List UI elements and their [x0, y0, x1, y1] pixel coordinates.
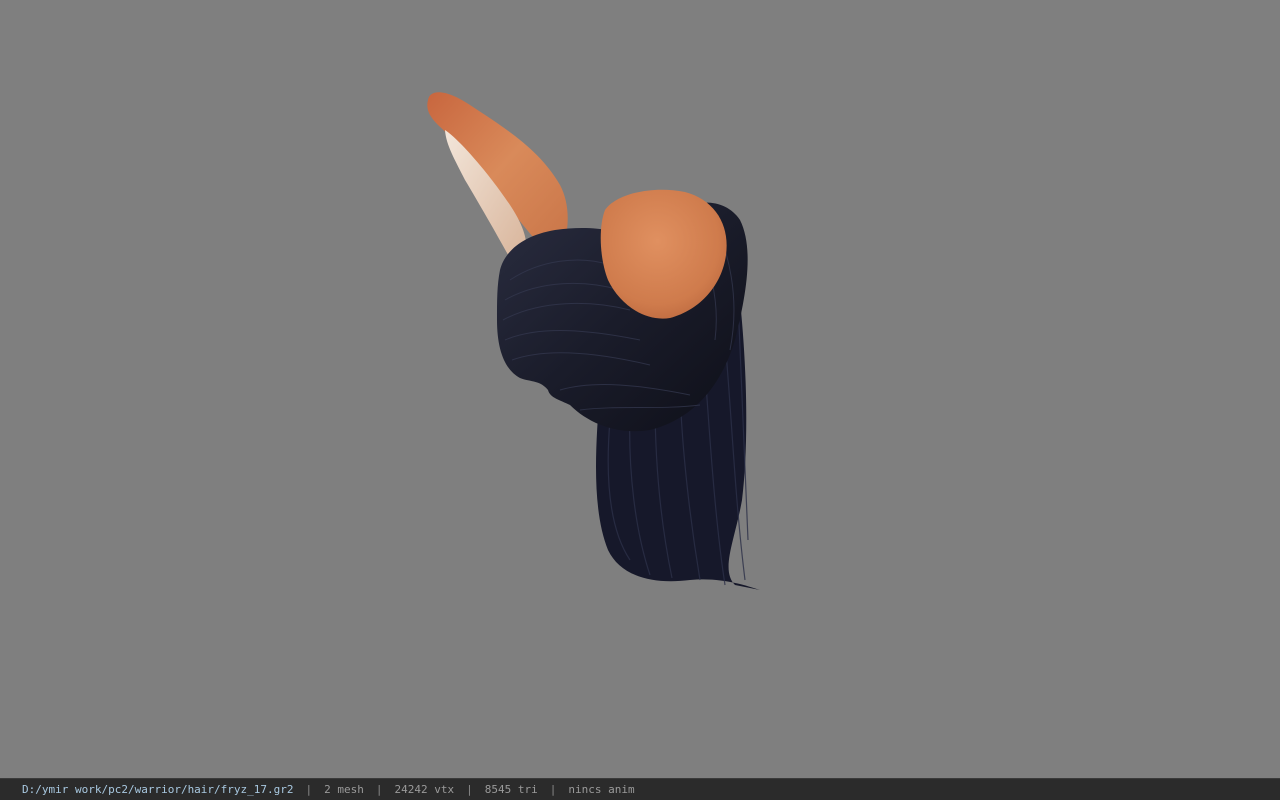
- 3d-model-render: [427, 92, 760, 590]
- mesh-count-label: 2 mesh: [324, 783, 364, 796]
- file-path-label: D:/ymir work/pc2/warrior/hair/fryz_17.gr…: [22, 783, 294, 796]
- model-viewer-window: D:/ymir work/pc2/warrior/hair/fryz_17.gr…: [0, 0, 1280, 800]
- status-separator: |: [375, 783, 383, 796]
- status-separator: |: [305, 783, 313, 796]
- status-bar: D:/ymir work/pc2/warrior/hair/fryz_17.gr…: [0, 778, 1280, 800]
- 3d-viewport[interactable]: [0, 0, 1280, 778]
- animation-status-label: nincs anim: [568, 783, 635, 796]
- status-separator: |: [549, 783, 557, 796]
- status-separator: |: [466, 783, 473, 796]
- triangle-count-label: 8545 tri: [484, 783, 538, 796]
- vertex-count-label: 24242 vtx: [394, 783, 455, 796]
